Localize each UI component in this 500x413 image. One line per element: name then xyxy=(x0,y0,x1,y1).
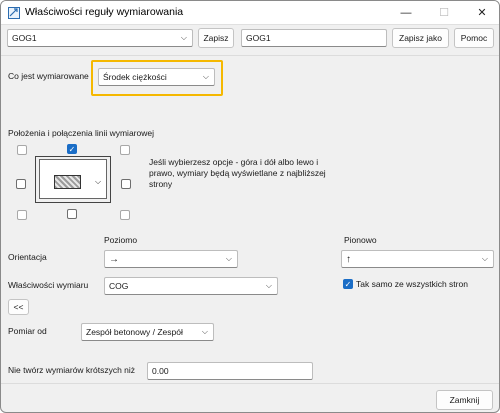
dimension-line-top xyxy=(35,156,111,157)
horizontal-orientation-select[interactable]: → ⌵ xyxy=(104,250,238,268)
hatched-part xyxy=(54,175,81,189)
help-button[interactable]: Pomoc xyxy=(454,28,494,48)
chevron-down-icon: ⌵ xyxy=(201,327,208,336)
dialog-window: Właściwości reguły wymiarowania — ☐ ✕ GO… xyxy=(0,0,500,413)
chevron-down-icon: ⌵ xyxy=(481,254,488,263)
measured-select[interactable]: Środek ciężkości ⌵ xyxy=(98,68,215,86)
checkbox-bottom[interactable] xyxy=(67,209,77,219)
vertical-header: Pionowo xyxy=(344,235,377,245)
measure-from-label: Pomiar od xyxy=(8,326,47,336)
minimize-button[interactable]: — xyxy=(391,3,421,23)
orientation-label: Orientacja xyxy=(8,252,47,262)
chevron-down-icon: ⌵ xyxy=(265,281,272,290)
measure-from-select[interactable]: Zespół betonowy / Zespół ⌵ xyxy=(81,323,214,341)
min-dim-label: Nie twórz wymiarów krótszych niż xyxy=(8,365,136,375)
title-bar: Właściwości reguły wymiarowania — ☐ ✕ xyxy=(1,1,499,25)
measure-from-value: Zespół betonowy / Zespół xyxy=(86,327,183,337)
same-all-sides-label: Tak samo ze wszystkich stron xyxy=(356,279,468,289)
positions-info-text: Jeśli wybierzesz opcje - góra i dół albo… xyxy=(149,157,326,189)
vertical-orientation-select[interactable]: ↑ ⌵ xyxy=(341,250,494,268)
save-as-button[interactable]: Zapisz jako xyxy=(392,28,449,48)
window-title: Właściwości reguły wymiarowania xyxy=(25,6,184,18)
checkbox-top[interactable]: ✓ xyxy=(67,144,77,154)
dim-props-value: COG xyxy=(109,281,129,291)
checkbox-bottom-left[interactable] xyxy=(17,210,27,220)
same-all-sides-checkbox[interactable]: ✓ xyxy=(343,279,353,289)
chevron-down-icon: ⌵ xyxy=(225,254,232,263)
dim-props-select[interactable]: COG ⌵ xyxy=(104,277,278,295)
app-icon xyxy=(8,7,20,19)
checkbox-top-left[interactable] xyxy=(17,145,27,155)
measured-label: Co jest wymiarowane xyxy=(8,71,89,81)
checkbox-left[interactable] xyxy=(16,179,26,189)
rule-select[interactable]: GOG1 ⌵ xyxy=(7,29,193,47)
collapse-button[interactable]: << xyxy=(8,299,29,315)
dimension-line-left xyxy=(35,156,36,203)
divider xyxy=(1,383,499,384)
close-dialog-button[interactable]: Zamknij xyxy=(436,390,493,410)
min-dim-input[interactable]: 0.00 xyxy=(147,362,313,380)
arrow-up-icon: ↑ xyxy=(346,254,351,265)
chevron-down-icon: ⌵ xyxy=(202,72,209,81)
positions-title: Położenia i połączenia linii wymiarowej xyxy=(8,128,154,138)
dimension-line-bottom xyxy=(35,202,111,203)
maximize-button[interactable]: ☐ xyxy=(429,3,459,23)
save-button[interactable]: Zapisz xyxy=(198,28,234,48)
chevron-down-icon: ⌵ xyxy=(180,33,187,42)
divider xyxy=(1,55,499,56)
chevron-down-icon: ⌵ xyxy=(95,177,102,186)
checkbox-bottom-right[interactable] xyxy=(120,210,130,220)
checkbox-right[interactable] xyxy=(121,179,131,189)
arrow-right-icon: → xyxy=(109,254,119,265)
checkbox-top-right[interactable] xyxy=(120,145,130,155)
dim-props-label: Właściwości wymiaru xyxy=(8,280,89,290)
dimension-line-right xyxy=(110,156,111,203)
horizontal-header: Poziomo xyxy=(104,235,138,245)
rule-name-input[interactable]: GOG1 xyxy=(241,29,387,47)
rule-select-value: GOG1 xyxy=(12,33,37,43)
close-button[interactable]: ✕ xyxy=(467,3,497,23)
measured-select-value: Środek ciężkości xyxy=(103,72,167,82)
